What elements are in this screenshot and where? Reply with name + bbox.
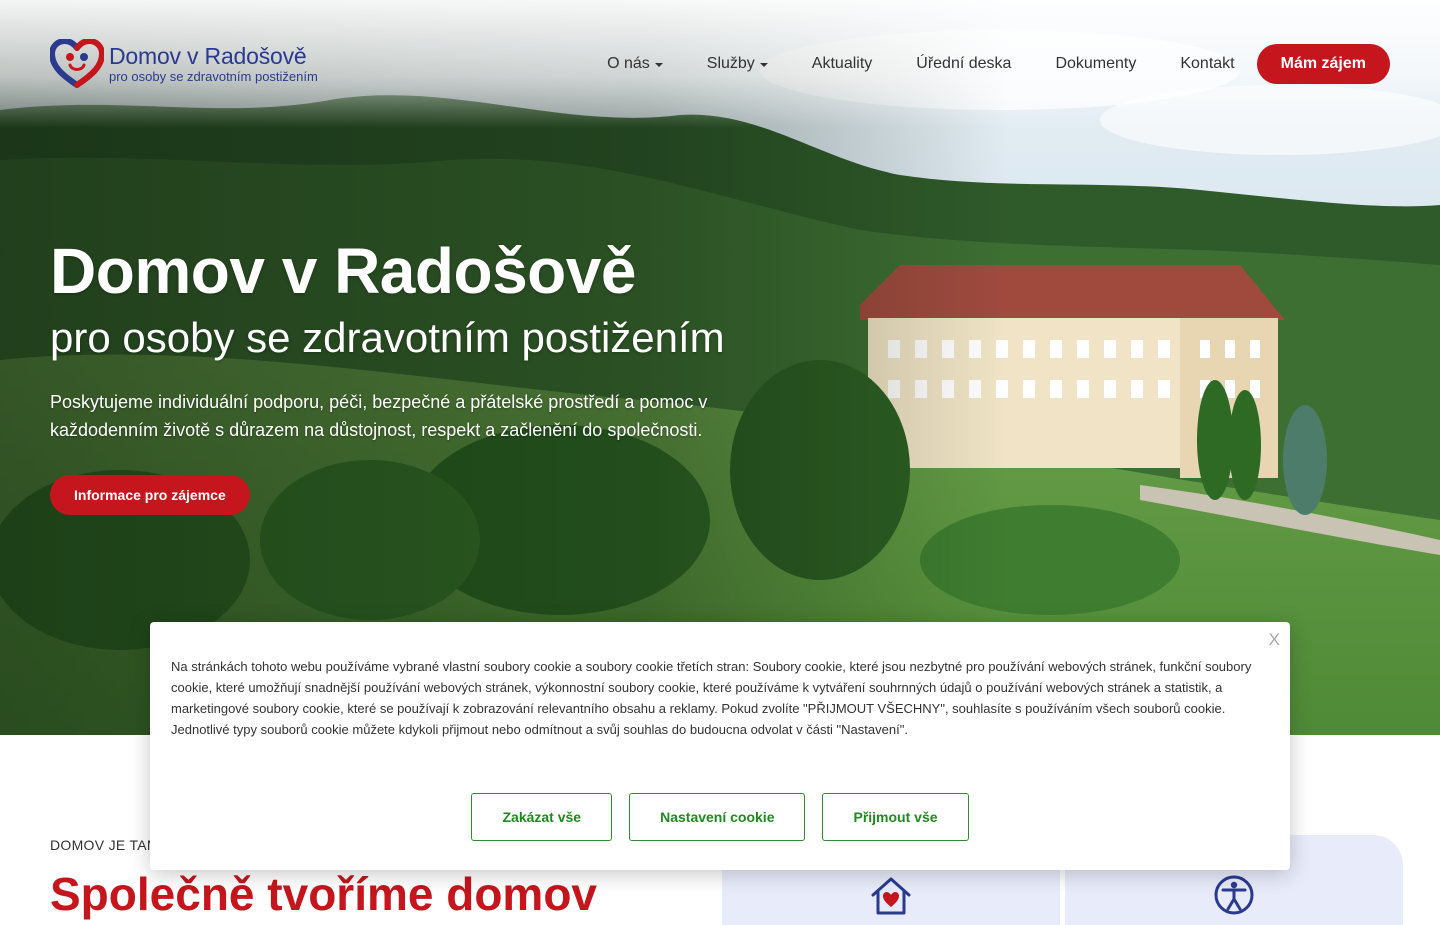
nav-item-dokumenty[interactable]: Dokumenty	[1055, 55, 1136, 73]
site-logo[interactable]: Domov v Radošově pro osoby se zdravotním…	[50, 39, 318, 89]
heart-logo-icon	[50, 39, 104, 88]
home-heart-icon	[871, 877, 911, 915]
nav-item-label: Kontakt	[1180, 55, 1235, 72]
accept-all-cookies-button[interactable]: Přijmout vše	[822, 793, 969, 841]
cookie-consent-banner: X Na stránkách tohoto webu používáme vyb…	[150, 622, 1290, 870]
reject-all-cookies-button[interactable]: Zakázat vše	[471, 793, 613, 841]
logo-title: Domov v Radošově	[109, 43, 307, 69]
main-navigation: O nás Služby Aktuality Úřední deska Doku…	[607, 44, 1390, 84]
nav-item-label: Služby	[706, 55, 755, 72]
hero-description: Poskytujeme individuální podporu, péči, …	[50, 392, 708, 440]
nav-item-uredni-deska[interactable]: Úřední deska	[916, 55, 1011, 73]
interest-button[interactable]: Mám zájem	[1256, 44, 1390, 84]
logo-text: Domov v Radošově pro osoby se zdravotním…	[109, 44, 318, 84]
nav-item-kontakt[interactable]: Kontakt	[1180, 55, 1234, 73]
nav-item-label: O nás	[607, 55, 650, 72]
nav-item-label: Dokumenty	[1055, 55, 1137, 72]
close-icon[interactable]: X	[1269, 630, 1280, 650]
logo-subtitle: pro osoby se zdravotním postižením	[109, 69, 318, 84]
info-for-applicants-button[interactable]: Informace pro zájemce	[50, 475, 250, 515]
nav-item-label: Aktuality	[811, 55, 873, 72]
nav-item-sluzby[interactable]: Služby	[707, 55, 768, 73]
hero-title: Domov v Radošově	[50, 235, 636, 307]
caret-down-icon	[759, 63, 768, 67]
section-eyebrow: DOMOV JE TAM	[50, 837, 159, 853]
cookie-button-group: Zakázat vše Nastavení cookie Přijmout vš…	[150, 793, 1290, 841]
nav-item-o-nas[interactable]: O nás	[607, 55, 663, 73]
cookie-settings-button[interactable]: Nastavení cookie	[629, 793, 806, 841]
accessibility-icon	[1214, 875, 1254, 915]
section-heading: Společně tvoříme domov	[50, 868, 598, 920]
hero-subtitle: pro osoby se zdravotním postižením	[50, 314, 725, 361]
site-header: Domov v Radošově pro osoby se zdravotním…	[0, 0, 1440, 128]
cookie-consent-text: Na stránkách tohoto webu používáme vybra…	[171, 659, 1252, 737]
nav-item-aktuality[interactable]: Aktuality	[812, 55, 872, 73]
nav-item-label: Úřední deska	[916, 55, 1012, 72]
caret-down-icon	[654, 63, 663, 67]
